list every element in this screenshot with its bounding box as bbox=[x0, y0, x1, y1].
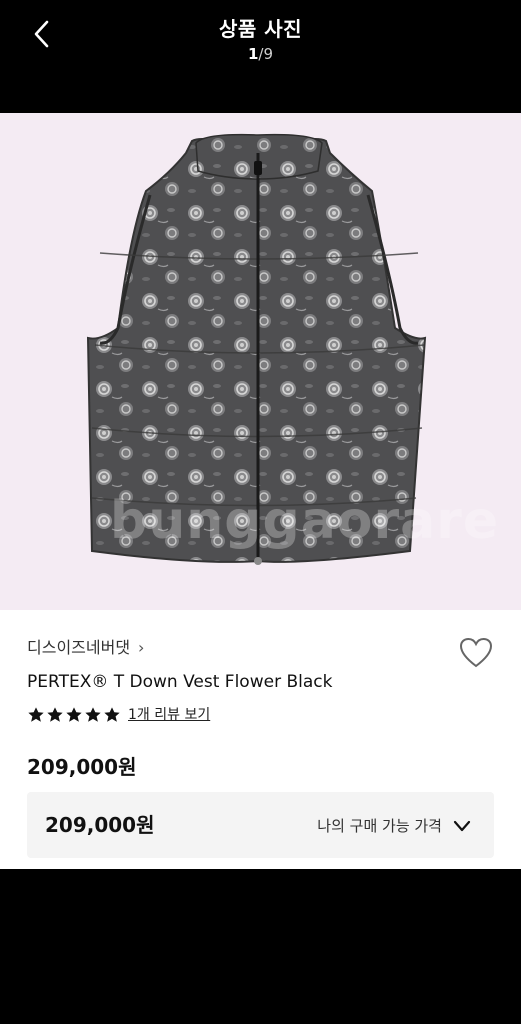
product-price: 209,000원 bbox=[27, 755, 137, 779]
brand-name: 디스이즈네버댓 bbox=[27, 638, 131, 657]
title-area: 상품 사진 1/9 bbox=[0, 16, 521, 64]
photo-counter: 1/9 bbox=[0, 44, 521, 64]
favorite-button[interactable] bbox=[458, 636, 494, 670]
purchase-price-label: 나의 구매 가능 가격 bbox=[317, 817, 442, 835]
watermark-text: bunggaorare bbox=[110, 491, 500, 551]
top-bar: 상품 사진 1/9 bbox=[0, 0, 521, 113]
star-rating bbox=[27, 706, 121, 724]
purchase-price: 209,000원 bbox=[45, 813, 155, 837]
brand-link[interactable]: 디스이즈네버댓 › bbox=[27, 638, 144, 658]
star-icon bbox=[104, 707, 120, 722]
rating-row: 1개 리뷰 보기 bbox=[27, 706, 210, 724]
review-link[interactable]: 1개 리뷰 보기 bbox=[128, 706, 210, 724]
photo-counter-current: 1 bbox=[247, 45, 259, 63]
star-icon bbox=[47, 707, 63, 722]
star-icon bbox=[66, 707, 82, 722]
chevron-down-icon bbox=[453, 820, 471, 832]
page-title: 상품 사진 bbox=[218, 17, 303, 41]
heart-icon bbox=[459, 637, 493, 668]
photo-counter-total: 9 bbox=[263, 45, 274, 63]
bottom-area bbox=[0, 869, 521, 1024]
brand-chevron: › bbox=[138, 638, 145, 657]
star-icon bbox=[85, 707, 101, 722]
product-info: 디스이즈네버댓 › PERTEX® T Down Vest Flower Blac… bbox=[0, 610, 521, 869]
product-photo[interactable]: bunggaorare bbox=[0, 113, 521, 610]
star-icon bbox=[28, 707, 44, 722]
product-name: PERTEX® T Down Vest Flower Black bbox=[27, 672, 333, 692]
purchase-price-dropdown[interactable]: 209,000원 나의 구매 가능 가격 bbox=[27, 792, 494, 858]
